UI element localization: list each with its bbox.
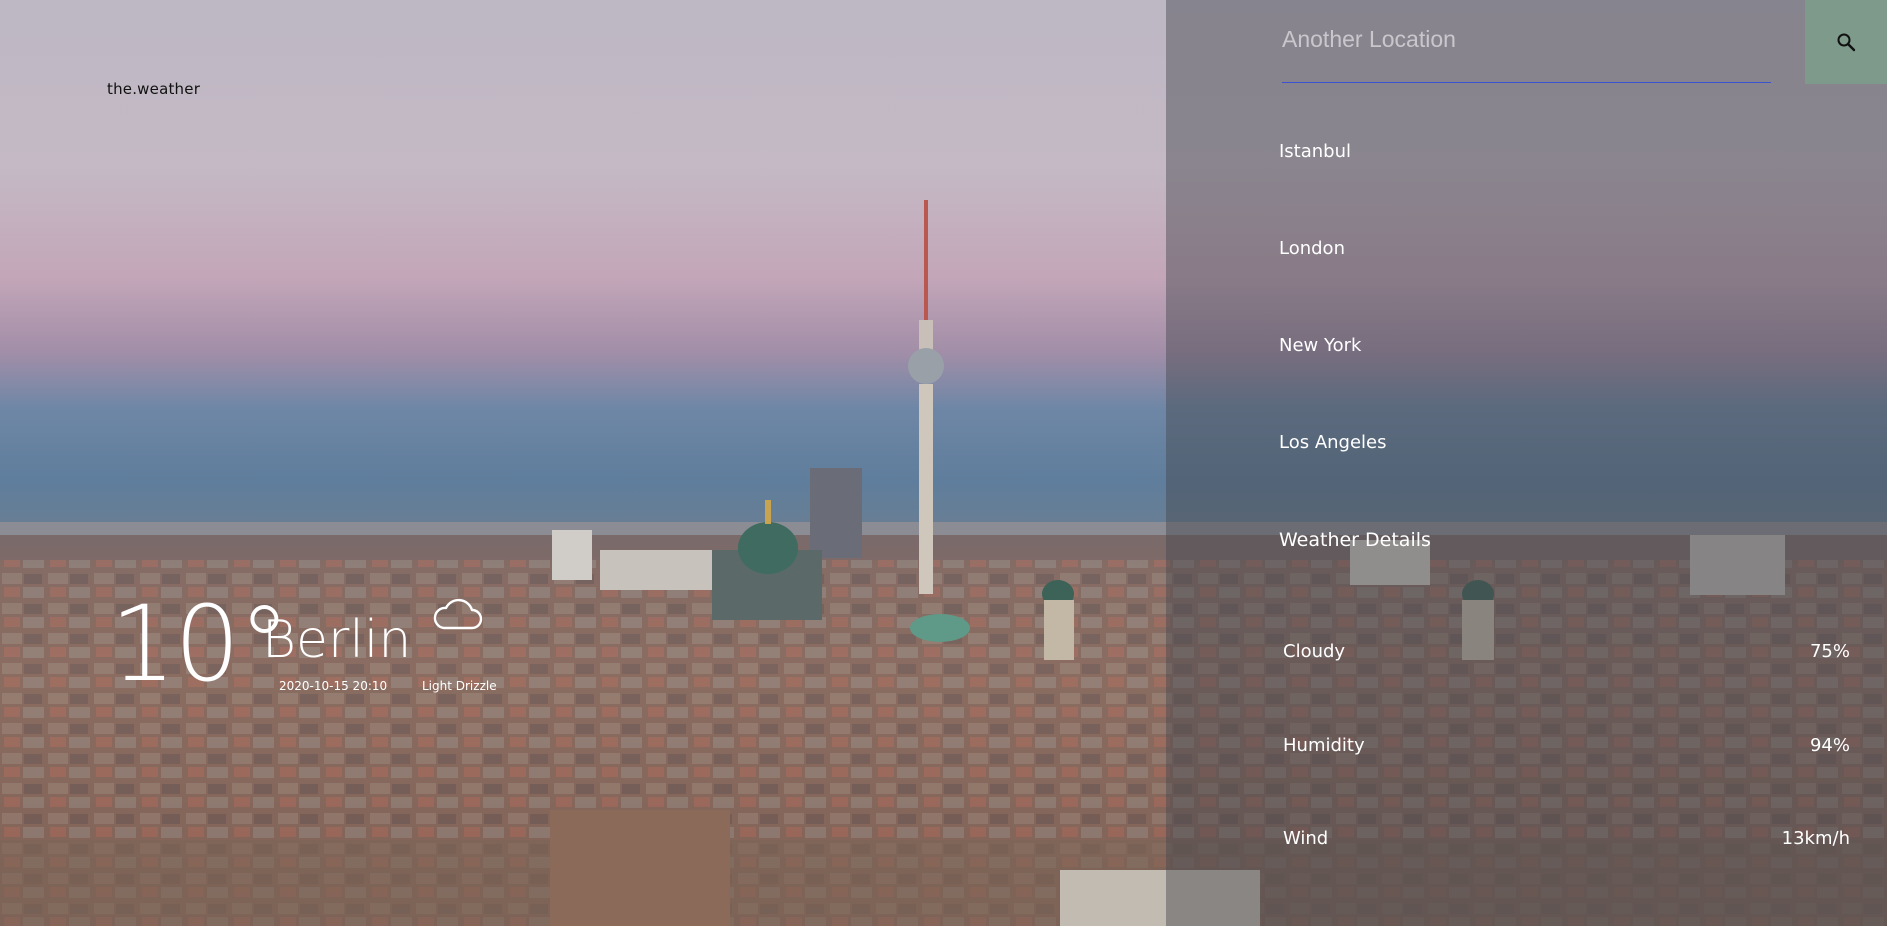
weather-details-title: Weather Details: [1279, 529, 1431, 551]
detail-value: 13km/h: [1781, 828, 1850, 849]
search-button[interactable]: [1805, 0, 1887, 84]
city-name: Berlin: [262, 610, 412, 670]
detail-value: 75%: [1809, 641, 1850, 662]
location-item-new-york[interactable]: New York: [1279, 335, 1361, 356]
cloud-icon: [433, 598, 483, 630]
side-panel: [1166, 0, 1887, 926]
condition-label: Light Drizzle: [422, 679, 497, 693]
location-item-london[interactable]: London: [1279, 238, 1345, 259]
location-item-istanbul[interactable]: Istanbul: [1279, 141, 1351, 162]
brand-logo: the.weather: [107, 80, 201, 98]
detail-value: 94%: [1809, 735, 1850, 756]
detail-label: Wind: [1283, 828, 1329, 849]
search-bar: [1282, 0, 1771, 83]
location-item-los-angeles[interactable]: Los Angeles: [1279, 432, 1387, 453]
location-search-input[interactable]: [1282, 22, 1752, 56]
search-icon: [1837, 33, 1856, 52]
detail-label: Cloudy: [1283, 641, 1346, 662]
weather-app: the.weather 10° Berlin 2020-10-15 20:10 …: [0, 0, 1887, 926]
detail-label: Humidity: [1283, 735, 1365, 756]
date-time: 2020-10-15 20:10: [279, 679, 388, 693]
